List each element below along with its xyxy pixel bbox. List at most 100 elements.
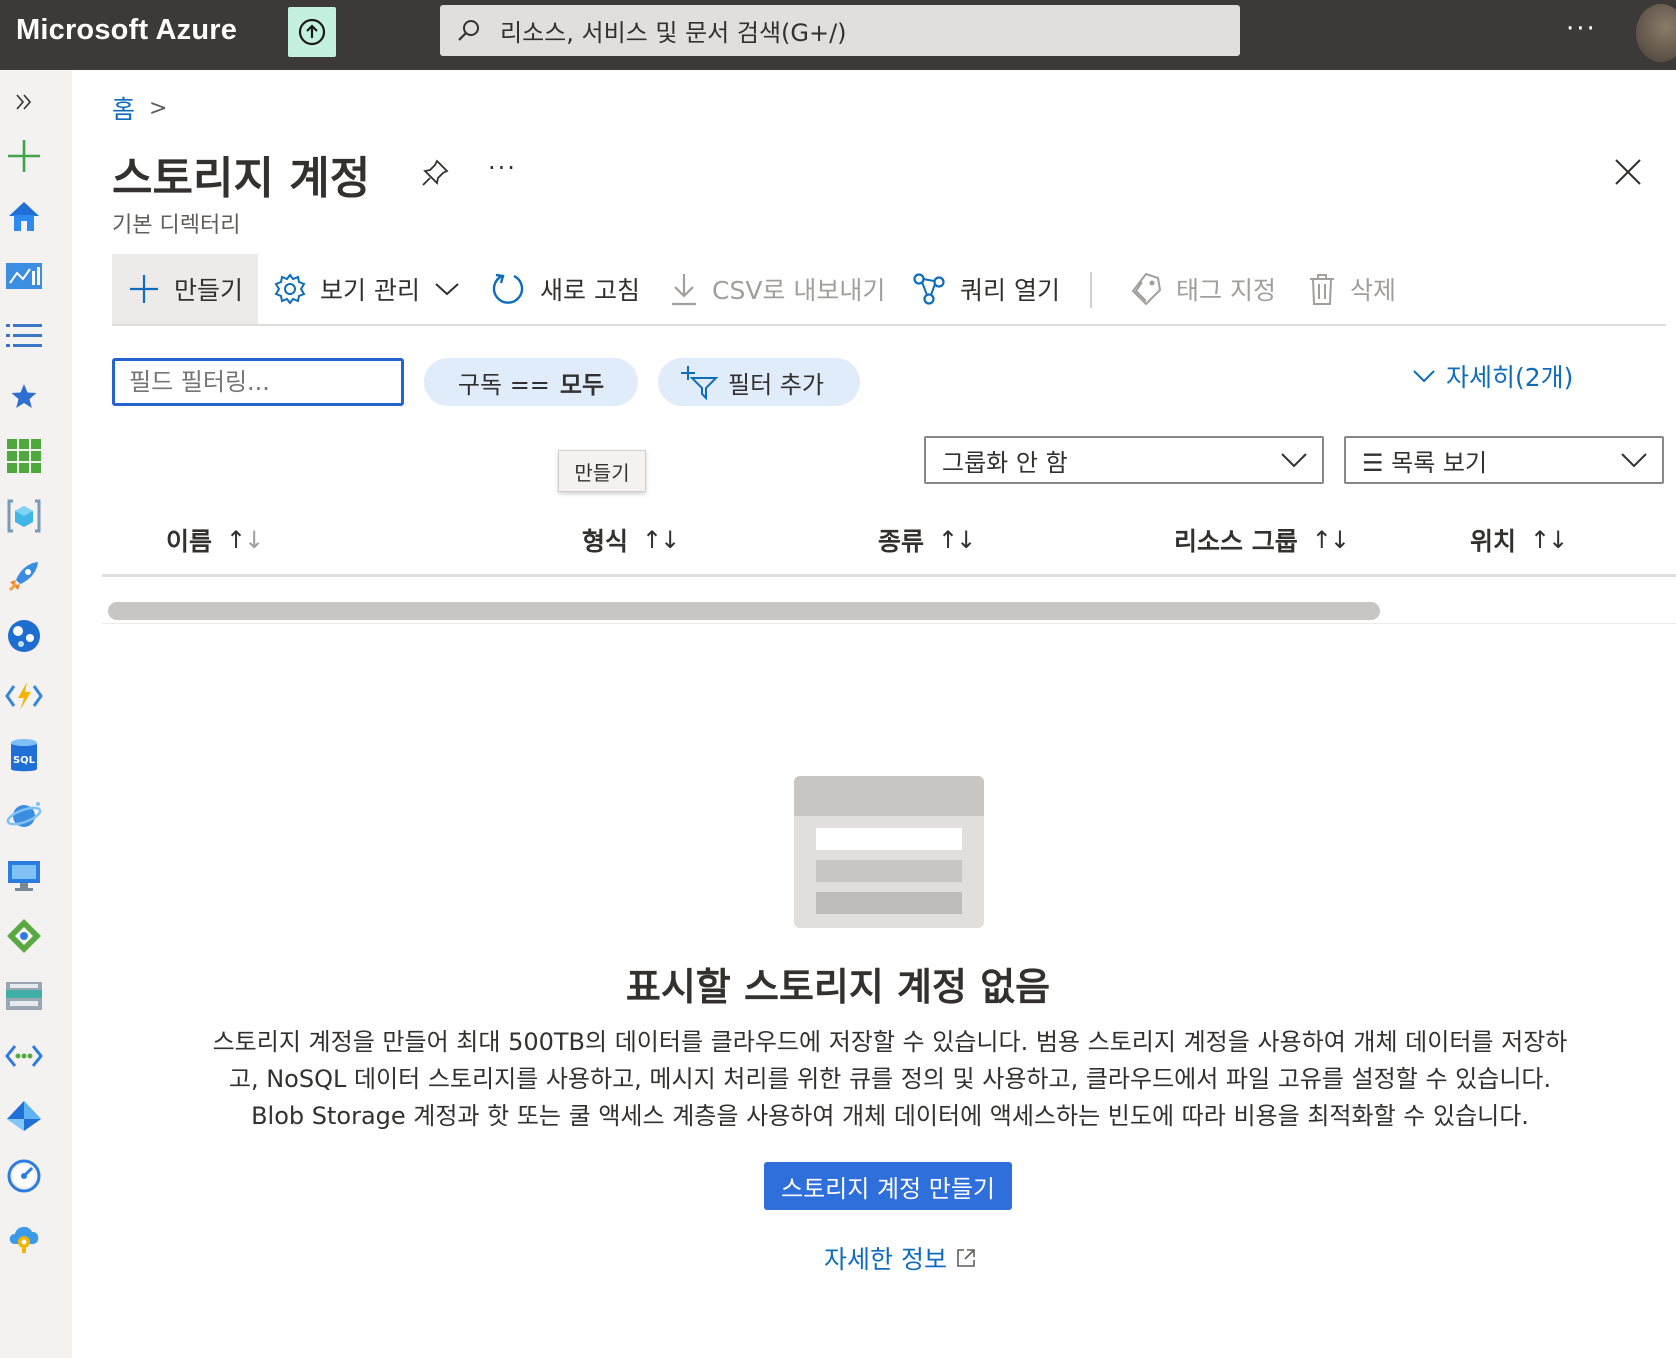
tag-icon (1131, 272, 1162, 306)
assign-tags-label: 태그 지정 (1176, 276, 1276, 305)
column-header-label: 이름 (166, 527, 213, 556)
upload-icon (298, 18, 326, 46)
breadcrumb-home-link[interactable]: 홈 (112, 90, 135, 126)
manage-view-label: 보기 관리 (320, 276, 420, 305)
learn-more-label: 자세한 정보 (824, 1245, 947, 1274)
toolbar-divider (1090, 272, 1092, 308)
grid-header-divider (102, 574, 1676, 577)
network-icon[interactable] (4, 916, 44, 956)
diamond-icon[interactable] (4, 1096, 44, 1136)
gear-icon (274, 273, 306, 305)
grouping-dropdown-value: 그룹화 안 함 (942, 448, 1068, 477)
left-navigation: SQL (0, 70, 72, 1358)
globe-icon[interactable] (4, 616, 44, 656)
dashboard-icon[interactable] (4, 256, 44, 296)
more-details-toggle[interactable]: 자세히(2개) (1412, 358, 1573, 394)
gauge-icon[interactable] (4, 1156, 44, 1196)
view-dropdown[interactable]: ☰ 목록 보기 (1344, 436, 1664, 484)
empty-state-illustration (794, 776, 984, 928)
monitor-icon[interactable] (4, 856, 44, 896)
view-dropdown-value: ☰ 목록 보기 (1362, 448, 1488, 477)
search-icon (458, 19, 479, 41)
column-header-resource-group[interactable]: 리소스 그룹 ↑↓ (1174, 522, 1350, 558)
manage-view-button[interactable]: 보기 관리 (274, 254, 460, 324)
download-icon (672, 274, 696, 306)
vnet-icon[interactable] (4, 1036, 44, 1076)
create-button-label: 만들기 (174, 276, 244, 305)
assign-tags-button[interactable]: 태그 지정 (1130, 254, 1276, 324)
create-storage-account-button[interactable]: 스토리지 계정 만들기 (764, 1162, 1012, 1210)
open-query-button[interactable]: 쿼리 열기 (912, 254, 1060, 324)
chevron-right-icon: > (149, 95, 168, 121)
open-query-label: 쿼리 열기 (960, 276, 1060, 305)
chevron-down-icon (435, 283, 459, 296)
plus-icon[interactable] (4, 136, 44, 176)
delete-button[interactable]: 삭제 (1308, 254, 1396, 324)
cloud-shell-upload-button[interactable] (288, 7, 336, 57)
column-header-type[interactable]: 형식 ↑↓ (582, 522, 680, 558)
trash-icon (1310, 274, 1334, 305)
azure-brand-link[interactable]: Microsoft Azure (16, 14, 237, 47)
chevron-down-icon (1281, 453, 1307, 468)
refresh-label: 새로 고침 (540, 276, 640, 305)
home-icon[interactable] (4, 196, 44, 236)
create-button[interactable]: 만들기 (112, 254, 258, 324)
sql-icon[interactable]: SQL (4, 736, 44, 776)
avatar[interactable] (1636, 4, 1676, 62)
star-icon[interactable] (4, 376, 44, 416)
breadcrumb: 홈 > (112, 90, 167, 126)
add-filter-icon (681, 366, 718, 400)
column-header-kind[interactable]: 종류 ↑↓ (878, 522, 976, 558)
rocket-icon[interactable] (4, 556, 44, 596)
resource-group-icon[interactable] (4, 496, 44, 536)
search-placeholder: 리소스, 서비스 및 문서 검색(G+/) (500, 19, 847, 47)
column-header-name[interactable]: 이름 ↑↓ (166, 522, 264, 558)
more-options-button[interactable]: ··· (1566, 14, 1597, 44)
page-title: 스토리지 계정 (112, 153, 371, 204)
add-filter-label: 필터 추가 (728, 370, 824, 399)
close-icon[interactable] (1614, 158, 1642, 190)
subscription-filter-value: 모두 (559, 370, 605, 399)
add-filter-button[interactable]: 필터 추가 (658, 358, 860, 406)
query-icon (913, 273, 945, 305)
column-header-label: 종류 (878, 527, 925, 556)
command-bar: 만들기 보기 관리 새로 고침 CSV로 내보내기 쿼리 열기 태그 지정 삭제 (112, 254, 1666, 326)
plus-icon (130, 275, 158, 303)
export-csv-button[interactable]: CSV로 내보내기 (670, 254, 885, 324)
empty-state-description-line: 스토리지 계정을 만들어 최대 500TB의 데이터를 클라우드에 저장할 수 … (212, 1028, 1568, 1056)
cosmos-icon[interactable] (4, 796, 44, 836)
column-header-location[interactable]: 위치 ↑↓ (1470, 522, 1568, 558)
learn-more-link[interactable]: 자세한 정보 (824, 1240, 977, 1276)
page-subtitle: 기본 디렉터리 (112, 213, 241, 238)
create-tooltip: 만들기 (558, 450, 646, 492)
field-filter-input[interactable] (112, 358, 404, 406)
grid-icon[interactable] (4, 436, 44, 476)
column-header-label: 리소스 그룹 (1174, 527, 1298, 556)
page-more-button[interactable]: ··· (488, 154, 517, 182)
chevron-down-icon (1413, 370, 1435, 383)
subscription-filter-label: 구독 == (457, 370, 550, 399)
sort-icon: ↑↓ (938, 526, 976, 554)
subscription-filter-pill[interactable]: 구독 == 모두 (424, 358, 638, 406)
refresh-button[interactable]: 새로 고침 (490, 254, 640, 324)
top-bar: Microsoft Azure 리소스, 서비스 및 문서 검색(G+/) ··… (0, 0, 1676, 70)
cloud-gear-icon[interactable] (4, 1216, 44, 1256)
external-link-icon (957, 1249, 975, 1267)
empty-state-description: 스토리지 계정을 만들어 최대 500TB의 데이터를 클라우드에 저장할 수 … (180, 1024, 1600, 1135)
horizontal-scrollbar-thumb[interactable] (108, 602, 1380, 620)
refresh-icon (492, 273, 524, 304)
sort-icon: ↑↓ (1311, 526, 1350, 554)
chevron-double-right-icon[interactable] (4, 82, 44, 122)
svg-text:SQL: SQL (13, 755, 36, 766)
empty-state-title: 표시할 스토리지 계정 없음 (625, 965, 1051, 1009)
function-icon[interactable] (4, 676, 44, 716)
empty-state-description-line: Blob Storage 계정과 핫 또는 쿨 액세스 계층을 사용하여 개체 … (251, 1102, 1529, 1130)
more-details-label: 자세히(2개) (1446, 363, 1574, 392)
chevron-down-icon (1621, 453, 1647, 468)
export-csv-label: CSV로 내보내기 (712, 276, 886, 305)
grouping-dropdown[interactable]: 그룹화 안 함 (924, 436, 1324, 484)
sort-icon: ↑↓ (1530, 526, 1568, 554)
global-search-box[interactable]: 리소스, 서비스 및 문서 검색(G+/) (440, 5, 1240, 56)
pin-icon[interactable] (420, 158, 450, 192)
list-icon[interactable] (4, 316, 44, 356)
